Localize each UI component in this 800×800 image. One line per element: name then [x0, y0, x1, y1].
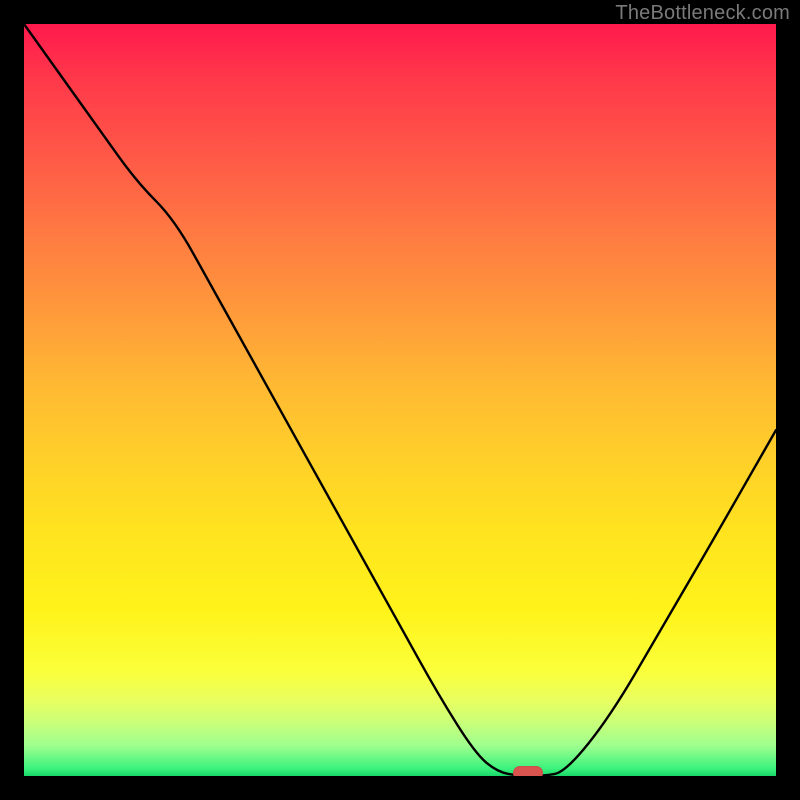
- plot-area: [24, 24, 776, 776]
- chart-frame: TheBottleneck.com: [0, 0, 800, 800]
- watermark-text: TheBottleneck.com: [615, 2, 790, 25]
- optimal-point-marker: [513, 766, 543, 776]
- bottleneck-curve: [24, 24, 776, 776]
